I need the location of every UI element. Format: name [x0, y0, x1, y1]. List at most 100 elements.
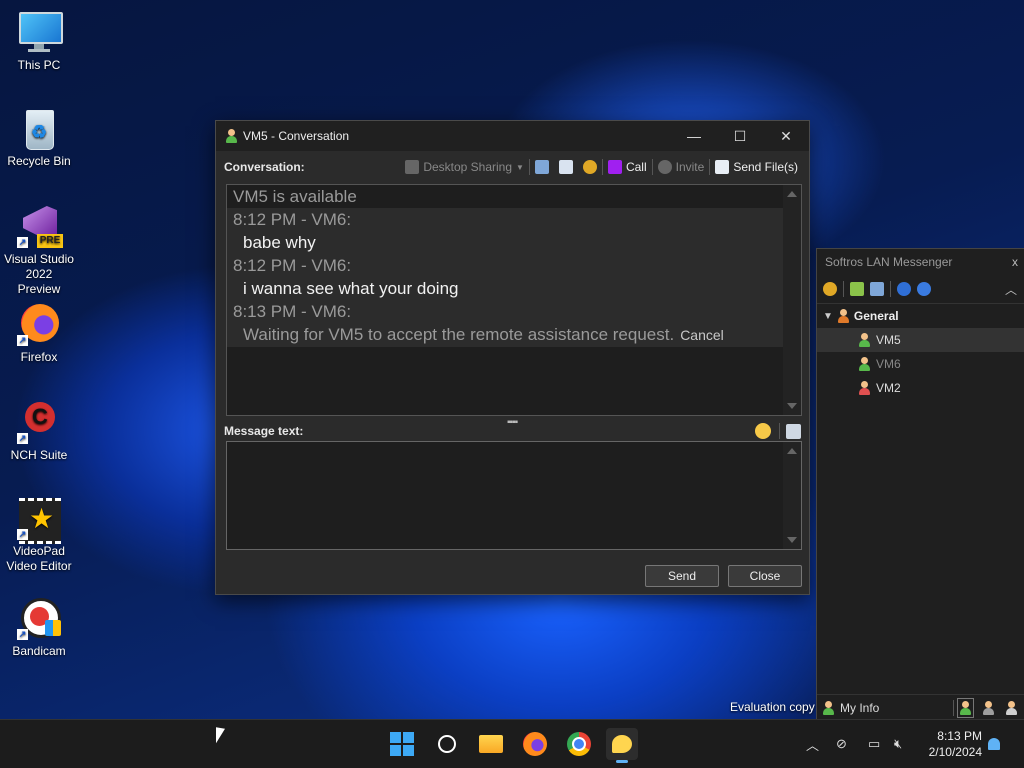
- mouse-cursor: [216, 727, 225, 745]
- messenger-header: Softros LAN Messenger x: [817, 249, 1024, 275]
- speaker-muted-icon[interactable]: 🔇︎: [894, 720, 902, 768]
- message-label: Message text:: [224, 424, 304, 438]
- minimize-button[interactable]: —: [671, 121, 717, 151]
- collapse-icon[interactable]: ︿: [1005, 281, 1017, 298]
- network-icon[interactable]: ⊘: [836, 720, 847, 768]
- clock-date: 2/10/2024: [928, 745, 982, 759]
- desktop-sharing-icon: [405, 160, 420, 174]
- invite-button[interactable]: Invite: [653, 160, 710, 174]
- group-general[interactable]: ▼ General: [817, 304, 1024, 328]
- close-button[interactable]: Close: [728, 565, 802, 587]
- bandicam-icon: ↗: [17, 596, 61, 640]
- cancel-link[interactable]: Cancel: [680, 327, 724, 343]
- invite-users-icon: [657, 160, 672, 174]
- call-button[interactable]: Call: [603, 160, 652, 174]
- video-camera-icon: [607, 160, 622, 174]
- system-message: Waiting for VM5 to accept the remote ass…: [227, 323, 783, 347]
- conversation-label: Conversation:: [224, 160, 305, 174]
- conversation-history[interactable]: VM5 is available 8:12 PM - VM6: babe why…: [226, 184, 802, 416]
- videopad-icon: ★ ↗: [17, 496, 61, 544]
- gear-icon[interactable]: [823, 282, 837, 296]
- desktop-icon-this-pc[interactable]: This PC: [4, 10, 74, 73]
- desktop-icon-nch-suite[interactable]: C ↗ NCH Suite: [4, 400, 74, 463]
- history-scrollbar[interactable]: [783, 185, 801, 415]
- contact-vm5[interactable]: VM5: [817, 328, 1024, 352]
- send-button[interactable]: Send: [645, 565, 719, 587]
- info-icon[interactable]: [917, 282, 931, 296]
- window-title: VM5 - Conversation: [243, 129, 350, 143]
- close-window-button[interactable]: ✕: [763, 121, 809, 151]
- search-icon[interactable]: [431, 728, 463, 760]
- start-icon[interactable]: [386, 728, 418, 760]
- message-input-text: [227, 442, 801, 450]
- status-line: VM5 is available: [233, 187, 357, 206]
- desktop-icon-label: Bandicam: [12, 644, 66, 658]
- format-button[interactable]: [786, 423, 801, 439]
- desktop-sharing-button[interactable]: Desktop Sharing ▼: [400, 160, 529, 174]
- my-info-link[interactable]: My Info: [840, 701, 953, 715]
- user-busy-icon: [859, 381, 870, 395]
- maximize-button[interactable]: ☐: [717, 121, 763, 151]
- taskbar: ︿ ⊘ ▭ 🔇︎ 8:13 PM 2/10/2024: [0, 719, 1024, 768]
- message-header: 8:12 PM - VM6:: [227, 254, 783, 277]
- chrome-icon[interactable]: [563, 728, 595, 760]
- notebook-icon: [534, 160, 549, 174]
- file-explorer-icon[interactable]: [475, 728, 507, 760]
- history-button[interactable]: [530, 160, 554, 174]
- message-text: i wanna see what your doing: [227, 277, 783, 300]
- notebook-icon[interactable]: [870, 282, 884, 296]
- status-away-icon[interactable]: [983, 701, 994, 715]
- gear-icon: [582, 160, 597, 174]
- messenger-toolbar: ︿: [817, 275, 1024, 304]
- desktop-icon-videopad[interactable]: ★ ↗ VideoPad Video Editor: [4, 496, 74, 574]
- message-scrollbar[interactable]: [783, 442, 801, 549]
- visual-studio-icon: PRE ↗: [17, 204, 63, 248]
- chevron-down-icon: ▼: [516, 162, 524, 172]
- messenger-close-button[interactable]: x: [1005, 255, 1024, 269]
- contact-vm2[interactable]: VM2: [817, 376, 1024, 400]
- help-icon[interactable]: [897, 282, 911, 296]
- messenger-icon[interactable]: [606, 728, 638, 763]
- show-hidden-icons-button[interactable]: ︿: [806, 720, 819, 768]
- clock[interactable]: 8:13 PM 2/10/2024: [929, 728, 982, 760]
- contact-vm6[interactable]: VM6: [817, 352, 1024, 376]
- conversation-window: VM5 - Conversation — ☐ ✕ Conversation: D…: [215, 120, 810, 595]
- user-icon: [823, 701, 834, 715]
- desktop-icon-label: NCH Suite: [10, 448, 68, 462]
- recycle-bin-icon: ♻: [17, 106, 61, 150]
- monitor-icon: [17, 10, 63, 54]
- status-available-icon[interactable]: [957, 698, 974, 718]
- send-file-icon: [715, 160, 730, 174]
- desktop-icon-visual-studio[interactable]: PRE ↗ Visual Studio 2022 Preview: [4, 204, 74, 297]
- messenger-footer: My Info: [817, 694, 1024, 721]
- contact-tree: ▼ General VM5 VM6 VM2: [817, 304, 1024, 400]
- user-online-icon: [859, 357, 870, 371]
- scroll-down-icon[interactable]: [787, 537, 797, 543]
- messenger-title: Softros LAN Messenger: [825, 255, 953, 269]
- status-offline-icon[interactable]: [1006, 701, 1017, 715]
- emoji-button[interactable]: [755, 423, 771, 439]
- settings-button[interactable]: [578, 160, 602, 174]
- title-bar[interactable]: VM5 - Conversation — ☐ ✕: [216, 121, 809, 151]
- notification-bell-icon[interactable]: [988, 720, 1000, 768]
- message-row: Message text:: [224, 421, 801, 441]
- message-input[interactable]: [226, 441, 802, 550]
- save-button[interactable]: [554, 160, 578, 174]
- firefox-icon: ↗: [17, 302, 61, 346]
- scroll-up-icon[interactable]: [787, 448, 797, 454]
- desktop-icon-firefox[interactable]: ↗ Firefox: [4, 302, 74, 365]
- desktop-icon-label: VideoPad Video Editor: [6, 544, 72, 573]
- scroll-up-icon[interactable]: [787, 191, 797, 197]
- folder-icon[interactable]: [850, 282, 864, 296]
- conversation-toolbar: Conversation: Desktop Sharing ▼ Call Inv…: [216, 153, 809, 181]
- firefox-icon[interactable]: [519, 728, 551, 760]
- scroll-down-icon[interactable]: [787, 403, 797, 409]
- desktop-icon-recycle-bin[interactable]: ♻ Recycle Bin: [4, 106, 74, 169]
- messenger-panel: Softros LAN Messenger x ︿ ▼ General VM5 …: [816, 248, 1024, 721]
- message-header: 8:12 PM - VM6:: [227, 208, 783, 231]
- desktop-icon-bandicam[interactable]: ↗ Bandicam: [4, 596, 74, 659]
- desktop-icon-label: This PC: [17, 58, 61, 72]
- send-files-button[interactable]: Send File(s): [710, 160, 803, 174]
- display-icon[interactable]: ▭: [868, 720, 880, 768]
- desktop-icon-label: Visual Studio 2022 Preview: [4, 252, 74, 296]
